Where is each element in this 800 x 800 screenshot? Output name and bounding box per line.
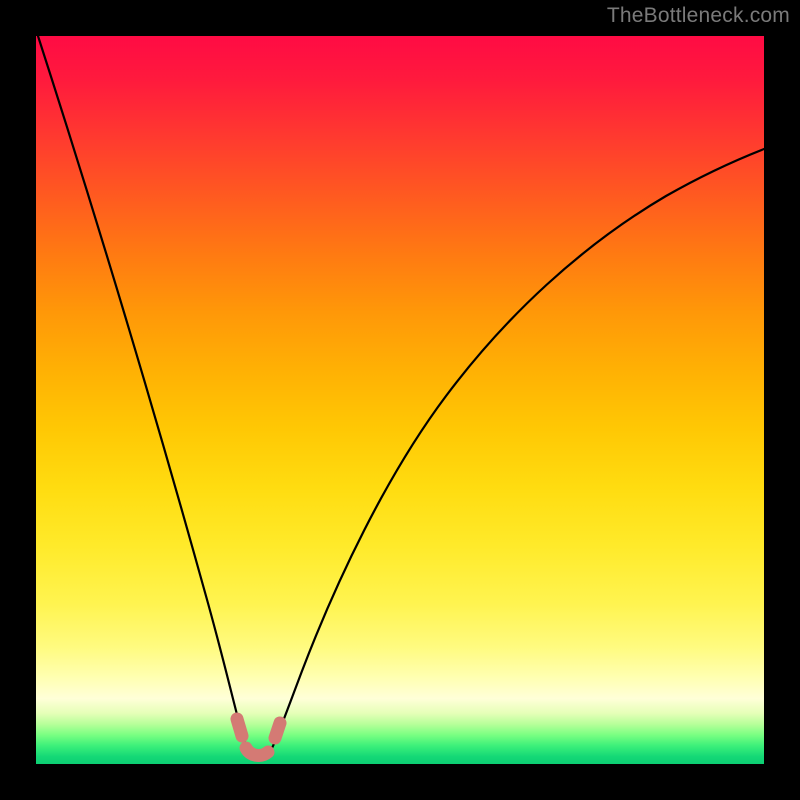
curve-bottom-marker — [237, 719, 280, 755]
bottleneck-curve — [36, 36, 764, 764]
curve-path — [38, 36, 764, 756]
watermark-text: TheBottleneck.com — [607, 4, 790, 28]
chart-frame: TheBottleneck.com — [0, 0, 800, 800]
plot-area — [36, 36, 764, 764]
